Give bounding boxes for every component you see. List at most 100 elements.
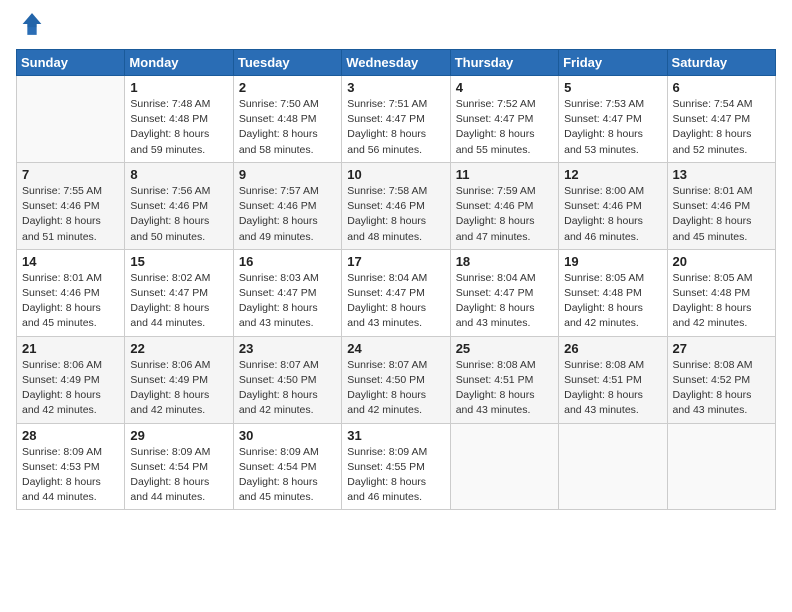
day-number: 29 <box>130 428 227 443</box>
day-cell: 29 Sunrise: 8:09 AMSunset: 4:54 PMDayligh… <box>125 423 233 510</box>
logo <box>16 10 46 43</box>
day-number: 27 <box>673 341 770 356</box>
day-info: Sunrise: 7:55 AMSunset: 4:46 PMDaylight:… <box>22 184 119 245</box>
day-cell: 17 Sunrise: 8:04 AMSunset: 4:47 PMDayligh… <box>342 249 450 336</box>
day-cell: 21Sunrise: 8:06 AMSunset: 4:49 PMDayligh… <box>17 336 125 423</box>
day-info: Sunrise: 7:53 AMSunset: 4:47 PMDaylight:… <box>564 97 661 158</box>
day-number: 26 <box>564 341 661 356</box>
weekday-header-sunday: Sunday <box>17 50 125 76</box>
day-number: 19 <box>564 254 661 269</box>
weekday-header-thursday: Thursday <box>450 50 558 76</box>
day-cell: 22 Sunrise: 8:06 AMSunset: 4:49 PMDayligh… <box>125 336 233 423</box>
day-number: 25 <box>456 341 553 356</box>
day-number: 4 <box>456 80 553 95</box>
day-cell: 20 Sunrise: 8:05 AMSunset: 4:48 PMDayligh… <box>667 249 775 336</box>
day-info: Sunrise: 8:05 AMSunset: 4:48 PMDaylight:… <box>673 271 770 332</box>
day-cell: 1 Sunrise: 7:48 AMSunset: 4:48 PMDaylight… <box>125 76 233 163</box>
day-cell: 2Sunrise: 7:50 AMSunset: 4:48 PMDaylight… <box>233 76 341 163</box>
day-info: Sunrise: 7:54 AMSunset: 4:47 PMDaylight:… <box>673 97 770 158</box>
day-cell: 28 Sunrise: 8:09 AMSunset: 4:53 PMDayligh… <box>17 423 125 510</box>
week-row-4: 21 Sunrise: 8:06 AMSunset: 4:49 PMDayligh… <box>17 336 776 423</box>
day-info: Sunrise: 8:04 AMSunset: 4:47 PMDaylight:… <box>456 271 553 332</box>
day-cell: 13 Sunrise: 8:01 AMSunset: 4:46 PMDayligh… <box>667 162 775 249</box>
weekday-header-monday: Monday <box>125 50 233 76</box>
day-info: Sunrise: 8:09 AMSunset: 4:53 PMDaylight:… <box>22 445 119 506</box>
day-cell: 25 Sunrise: 8:08 AMSunset: 4:51 PMDayligh… <box>450 336 558 423</box>
day-number: 1 <box>130 80 227 95</box>
weekday-header-tuesday: Tuesday <box>233 50 341 76</box>
weekday-header-saturday: Saturday <box>667 50 775 76</box>
day-info: Sunrise: 8:03 AMSunset: 4:47 PMDaylight:… <box>239 271 336 332</box>
day-number: 3 <box>347 80 444 95</box>
week-row-5: 28 Sunrise: 8:09 AMSunset: 4:53 PMDayligh… <box>17 423 776 510</box>
day-info: Sunrise: 8:02 AMSunset: 4:47 PMDaylight:… <box>130 271 227 332</box>
day-number: 31 <box>347 428 444 443</box>
day-info: Sunrise: 7:51 AMSunset: 4:47 PMDaylight:… <box>347 97 444 158</box>
day-info: Sunrise: 8:00 AMSunset: 4:46 PMDaylight:… <box>564 184 661 245</box>
day-cell: 18Sunrise: 8:04 AMSunset: 4:47 PMDayligh… <box>450 249 558 336</box>
day-number: 10 <box>347 167 444 182</box>
day-number: 24 <box>347 341 444 356</box>
day-info: Sunrise: 8:06 AMSunset: 4:49 PMDaylight:… <box>130 358 227 419</box>
day-cell: 23 Sunrise: 8:07 AMSunset: 4:50 PMDayligh… <box>233 336 341 423</box>
day-number: 22 <box>130 341 227 356</box>
day-info: Sunrise: 7:52 AMSunset: 4:47 PMDaylight:… <box>456 97 553 158</box>
day-cell: 19 Sunrise: 8:05 AMSunset: 4:48 PMDayligh… <box>559 249 667 336</box>
day-number: 21 <box>22 341 119 356</box>
day-info: Sunrise: 7:59 AMSunset: 4:46 PMDaylight:… <box>456 184 553 245</box>
day-cell: 16 Sunrise: 8:03 AMSunset: 4:47 PMDayligh… <box>233 249 341 336</box>
day-number: 9 <box>239 167 336 182</box>
weekday-header-row: SundayMondayTuesdayWednesdayThursdayFrid… <box>17 50 776 76</box>
day-cell <box>17 76 125 163</box>
day-info: Sunrise: 8:09 AMSunset: 4:55 PMDaylight:… <box>347 445 444 506</box>
week-row-3: 14 Sunrise: 8:01 AMSunset: 4:46 PMDayligh… <box>17 249 776 336</box>
day-number: 23 <box>239 341 336 356</box>
day-info: Sunrise: 8:08 AMSunset: 4:51 PMDaylight:… <box>456 358 553 419</box>
day-info: Sunrise: 7:56 AMSunset: 4:46 PMDaylight:… <box>130 184 227 245</box>
day-cell: 8 Sunrise: 7:56 AMSunset: 4:46 PMDaylight… <box>125 162 233 249</box>
day-number: 13 <box>673 167 770 182</box>
day-number: 14 <box>22 254 119 269</box>
day-info: Sunrise: 8:08 AMSunset: 4:52 PMDaylight:… <box>673 358 770 419</box>
day-info: Sunrise: 8:09 AMSunset: 4:54 PMDaylight:… <box>130 445 227 506</box>
day-number: 7 <box>22 167 119 182</box>
day-number: 5 <box>564 80 661 95</box>
day-info: Sunrise: 7:57 AMSunset: 4:46 PMDaylight:… <box>239 184 336 245</box>
calendar-table: SundayMondayTuesdayWednesdayThursdayFrid… <box>16 49 776 510</box>
weekday-header-wednesday: Wednesday <box>342 50 450 76</box>
day-number: 8 <box>130 167 227 182</box>
generalblue-logo-icon <box>18 10 46 38</box>
day-number: 12 <box>564 167 661 182</box>
day-cell: 15Sunrise: 8:02 AMSunset: 4:47 PMDayligh… <box>125 249 233 336</box>
day-number: 28 <box>22 428 119 443</box>
day-number: 17 <box>347 254 444 269</box>
day-info: Sunrise: 8:01 AMSunset: 4:46 PMDaylight:… <box>22 271 119 332</box>
day-info: Sunrise: 8:01 AMSunset: 4:46 PMDaylight:… <box>673 184 770 245</box>
day-info: Sunrise: 8:07 AMSunset: 4:50 PMDaylight:… <box>239 358 336 419</box>
day-number: 16 <box>239 254 336 269</box>
day-info: Sunrise: 8:05 AMSunset: 4:48 PMDaylight:… <box>564 271 661 332</box>
day-number: 30 <box>239 428 336 443</box>
day-info: Sunrise: 8:08 AMSunset: 4:51 PMDaylight:… <box>564 358 661 419</box>
day-info: Sunrise: 8:09 AMSunset: 4:54 PMDaylight:… <box>239 445 336 506</box>
day-info: Sunrise: 7:58 AMSunset: 4:46 PMDaylight:… <box>347 184 444 245</box>
day-cell: 6 Sunrise: 7:54 AMSunset: 4:47 PMDaylight… <box>667 76 775 163</box>
day-cell: 4 Sunrise: 7:52 AMSunset: 4:47 PMDaylight… <box>450 76 558 163</box>
page: SundayMondayTuesdayWednesdayThursdayFrid… <box>0 0 792 612</box>
header <box>16 10 776 43</box>
day-info: Sunrise: 8:04 AMSunset: 4:47 PMDaylight:… <box>347 271 444 332</box>
day-cell: 30 Sunrise: 8:09 AMSunset: 4:54 PMDayligh… <box>233 423 341 510</box>
day-info: Sunrise: 7:48 AMSunset: 4:48 PMDaylight:… <box>130 97 227 158</box>
day-cell: 11Sunrise: 7:59 AMSunset: 4:46 PMDayligh… <box>450 162 558 249</box>
day-number: 20 <box>673 254 770 269</box>
day-cell: 12 Sunrise: 8:00 AMSunset: 4:46 PMDayligh… <box>559 162 667 249</box>
day-cell: 10 Sunrise: 7:58 AMSunset: 4:46 PMDayligh… <box>342 162 450 249</box>
day-info: Sunrise: 7:50 AMSunset: 4:48 PMDaylight:… <box>239 97 336 158</box>
day-number: 6 <box>673 80 770 95</box>
day-cell <box>667 423 775 510</box>
week-row-2: 7 Sunrise: 7:55 AMSunset: 4:46 PMDaylight… <box>17 162 776 249</box>
day-cell: 26 Sunrise: 8:08 AMSunset: 4:51 PMDayligh… <box>559 336 667 423</box>
day-cell: 5 Sunrise: 7:53 AMSunset: 4:47 PMDaylight… <box>559 76 667 163</box>
day-cell: 31 Sunrise: 8:09 AMSunset: 4:55 PMDayligh… <box>342 423 450 510</box>
week-row-1: 1 Sunrise: 7:48 AMSunset: 4:48 PMDaylight… <box>17 76 776 163</box>
